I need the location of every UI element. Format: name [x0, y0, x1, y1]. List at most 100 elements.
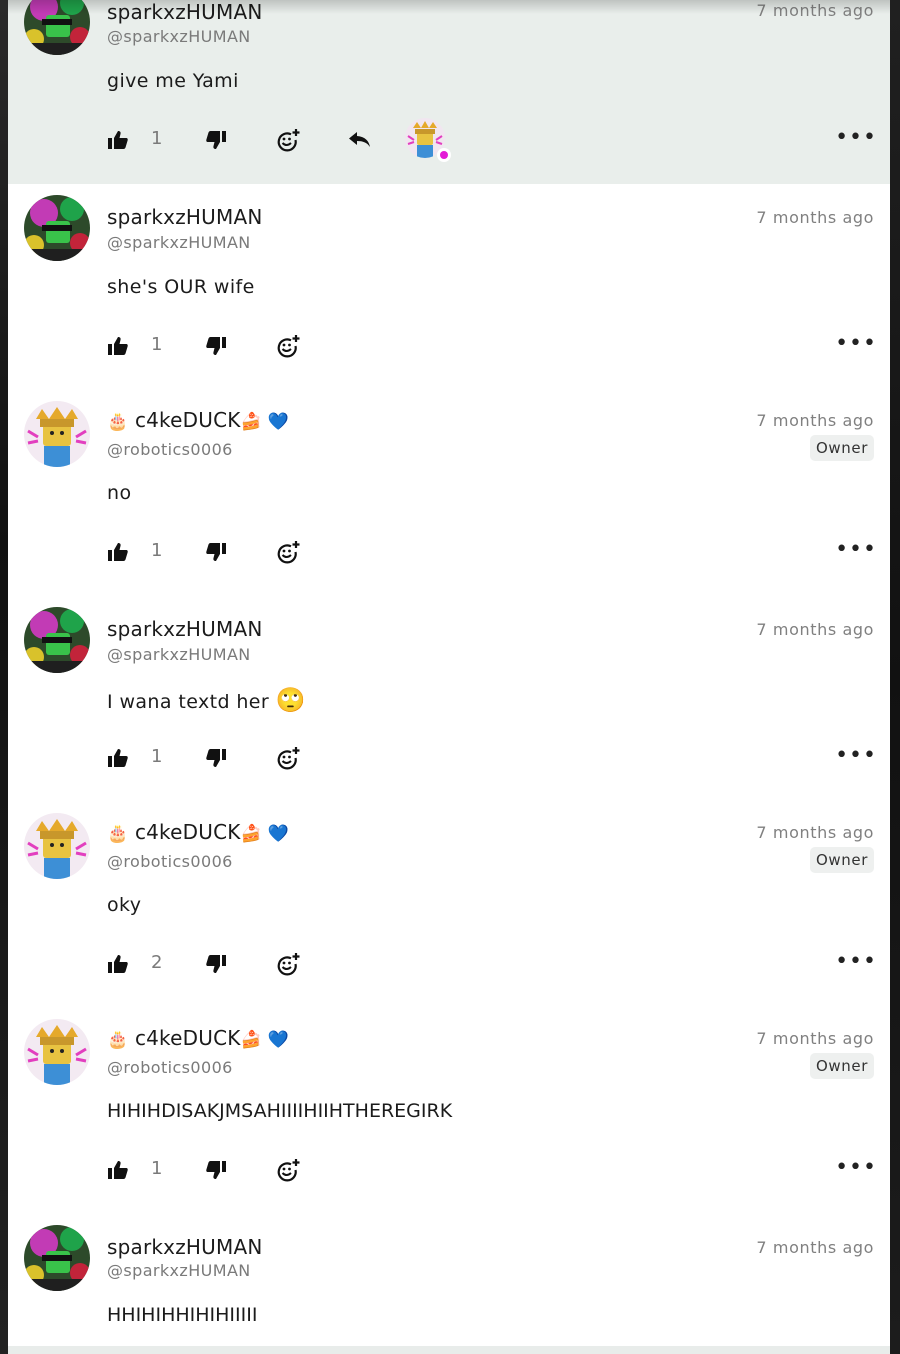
timestamp: 7 months ago [756, 823, 874, 842]
comment-actions: 1 ••• [107, 118, 877, 162]
avatar[interactable] [24, 401, 90, 467]
author-handle[interactable]: @robotics0006 [107, 852, 233, 871]
comment-text: HIHIHDISAKJMSAHIIIIHIIHTHEREGIRK [107, 1100, 453, 1122]
more-options-button[interactable]: ••• [835, 127, 877, 149]
author-handle[interactable]: @sparkxzHUMAN [107, 645, 251, 664]
author-name-text: c4keDUCK [134, 820, 241, 844]
author-name[interactable]: sparkxzHUMAN [107, 1235, 263, 1259]
avatar-image-sparkxz [24, 607, 90, 673]
avatar[interactable] [24, 1225, 90, 1291]
name-suffix-emoji: 🍰 💙 [240, 1030, 289, 1050]
avatar-image-sparkxz [24, 0, 90, 55]
like-button[interactable] [107, 744, 129, 772]
reply-button[interactable] [347, 126, 373, 154]
author-handle[interactable]: @sparkxzHUMAN [107, 1261, 251, 1280]
avatar-image-sparkxz [24, 195, 90, 261]
avatar-image-c4keduck [24, 401, 90, 467]
avatar-image-c4keduck [24, 1019, 90, 1085]
like-button[interactable] [107, 126, 129, 154]
add-reaction-button[interactable] [275, 332, 301, 360]
avatar[interactable] [24, 813, 90, 879]
owner-badge: Owner [810, 847, 874, 873]
avatar[interactable] [24, 0, 90, 55]
thumbs-up-icon [108, 337, 128, 355]
comment-actions: 1 ••• [107, 538, 877, 566]
thumbs-up-icon [108, 131, 128, 149]
dislike-button[interactable] [205, 744, 227, 772]
like-count: 2 [151, 952, 163, 973]
like-button[interactable] [107, 538, 129, 566]
author-handle[interactable]: @sparkxzHUMAN [107, 27, 251, 46]
more-options-button[interactable]: ••• [835, 745, 877, 767]
like-button[interactable] [107, 950, 129, 978]
cake-emoji-icon: 🎂 [107, 412, 129, 432]
name-suffix-emoji: 🍰 💙 [240, 824, 289, 844]
author-name[interactable]: sparkxzHUMAN [107, 205, 263, 229]
avatar[interactable] [24, 1019, 90, 1085]
comments-panel: sparkxzHUMAN @sparkxzHUMAN 7 months ago … [8, 0, 890, 1354]
author-name-text: c4keDUCK [134, 408, 241, 432]
timestamp: 7 months ago [756, 411, 874, 430]
comment-item: sparkxzHUMAN @sparkxzHUMAN 7 months ago … [8, 596, 890, 802]
add-reaction-button[interactable] [275, 950, 301, 978]
more-options-button[interactable]: ••• [835, 333, 877, 355]
comment-item: sparkxzHUMAN @sparkxzHUMAN 7 months ago … [8, 1214, 890, 1354]
author-name[interactable]: 🎂 c4keDUCK🍰 💙 [107, 820, 289, 844]
comment-text: I wana textd her 🙄 [107, 686, 306, 714]
like-count: 1 [151, 334, 163, 355]
avatar[interactable] [24, 195, 90, 261]
dislike-button[interactable] [205, 126, 227, 154]
add-reaction-icon [277, 1159, 300, 1182]
timestamp: 7 months ago [756, 1238, 874, 1257]
comment-actions: 2 ••• [107, 950, 877, 978]
author-handle[interactable]: @robotics0006 [107, 1058, 233, 1077]
comment-text: oky [107, 894, 142, 916]
like-button[interactable] [107, 1156, 129, 1184]
thumbs-down-icon [206, 337, 226, 355]
comment-actions: 1 ••• [107, 744, 877, 772]
comment-text-body: I wana textd her [107, 691, 270, 713]
more-options-button[interactable]: ••• [835, 539, 877, 561]
reaction-indicator [437, 148, 451, 162]
author-name-text: c4keDUCK [134, 1026, 241, 1050]
comment-text: she's OUR wife [107, 276, 255, 298]
dislike-button[interactable] [205, 332, 227, 360]
comment-item: 🎂 c4keDUCK🍰 💙 @robotics0006 7 months ago… [8, 802, 890, 1008]
add-reaction-button[interactable] [275, 744, 301, 772]
thumbs-down-icon [206, 1161, 226, 1179]
dislike-button[interactable] [205, 950, 227, 978]
comment-item: sparkxzHUMAN @sparkxzHUMAN 7 months ago … [8, 0, 890, 184]
thumbs-down-icon [206, 749, 226, 767]
timestamp: 7 months ago [756, 1029, 874, 1048]
add-reaction-icon [277, 541, 300, 564]
thumbs-up-icon [108, 955, 128, 973]
like-count: 1 [151, 540, 163, 561]
dislike-button[interactable] [205, 538, 227, 566]
author-name[interactable]: 🎂 c4keDUCK🍰 💙 [107, 1026, 289, 1050]
comment-text: give me Yami [107, 70, 239, 92]
comment-actions: 1 ••• [107, 332, 877, 360]
like-button[interactable] [107, 332, 129, 360]
add-reaction-button[interactable] [275, 126, 301, 154]
comment-text: HHIHIHHIHIHIIIII [107, 1304, 258, 1326]
bottom-divider [8, 1346, 890, 1354]
author-name[interactable]: 🎂 c4keDUCK🍰 💙 [107, 408, 289, 432]
comment-item: 🎂 c4keDUCK🍰 💙 @robotics0006 7 months ago… [8, 390, 890, 596]
owner-badge: Owner [810, 435, 874, 461]
author-name[interactable]: sparkxzHUMAN [107, 0, 263, 24]
author-handle[interactable]: @robotics0006 [107, 440, 233, 459]
thumbs-down-icon [206, 131, 226, 149]
author-name[interactable]: sparkxzHUMAN [107, 617, 263, 641]
add-reaction-button[interactable] [275, 1156, 301, 1184]
add-reaction-button[interactable] [275, 538, 301, 566]
avatar[interactable] [24, 607, 90, 673]
cake-emoji-icon: 🎂 [107, 824, 129, 844]
eye-roll-emoji-icon: 🙄 [275, 686, 306, 714]
dislike-button[interactable] [205, 1156, 227, 1184]
author-handle[interactable]: @sparkxzHUMAN [107, 233, 251, 252]
comment-actions: 1 ••• [107, 1156, 877, 1184]
right-backdrop [890, 0, 900, 1354]
more-options-button[interactable]: ••• [835, 1157, 877, 1179]
comment-item: sparkxzHUMAN @sparkxzHUMAN 7 months ago … [8, 184, 890, 390]
more-options-button[interactable]: ••• [835, 951, 877, 973]
